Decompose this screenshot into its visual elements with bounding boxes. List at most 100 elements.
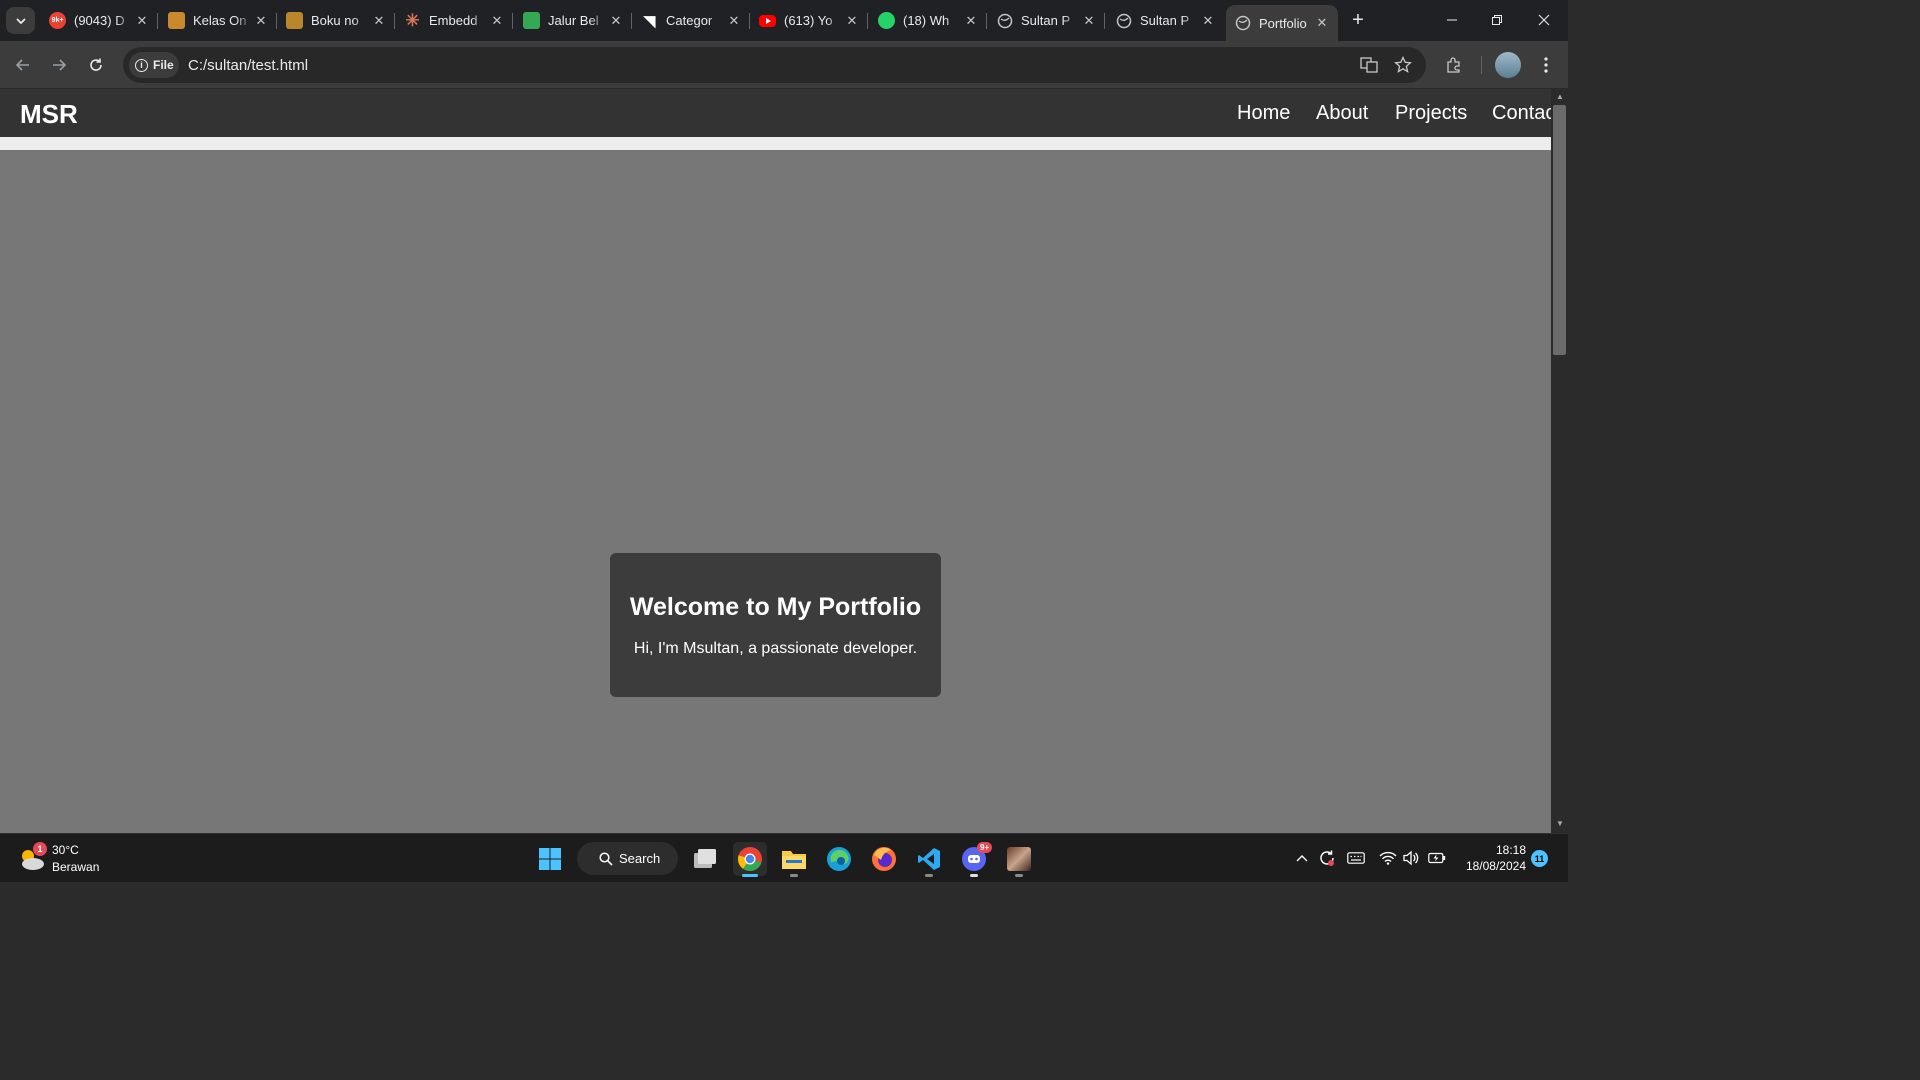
bookmark-icon: ◥ xyxy=(643,12,656,30)
scroll-up-arrow-icon[interactable]: ▲ xyxy=(1555,92,1565,102)
site-logo[interactable]: MSR xyxy=(20,99,78,130)
close-window-button[interactable] xyxy=(1529,6,1559,34)
task-view-button[interactable] xyxy=(688,842,722,876)
site-info-chip[interactable]: i File xyxy=(129,52,179,78)
folder-icon xyxy=(782,851,806,869)
nav-link-home[interactable]: Home xyxy=(1237,102,1290,125)
tab-search-button[interactable] xyxy=(6,7,35,34)
close-tab-icon[interactable]: ✕ xyxy=(608,13,624,29)
tab-jalur[interactable]: Jalur Bel ✕ xyxy=(515,5,632,36)
kebab-menu-icon xyxy=(1544,57,1548,73)
bookmark-star-button[interactable] xyxy=(1391,53,1415,77)
tab-whatsapp[interactable]: (18) Wh ✕ xyxy=(870,5,987,36)
tab-title: Categor xyxy=(666,13,713,28)
close-tab-icon[interactable]: ✕ xyxy=(1081,13,1097,29)
chevron-up-icon xyxy=(1296,855,1308,862)
taskbar-clock[interactable]: 18:18 18/08/2024 xyxy=(1460,842,1526,874)
minimize-button[interactable] xyxy=(1437,6,1467,34)
windows-icon xyxy=(539,848,561,870)
taskbar-app-discord[interactable]: 9+ xyxy=(957,842,993,877)
taskbar-app-edge[interactable] xyxy=(822,842,856,876)
weather-desc: Berawan xyxy=(52,860,100,874)
sheets-icon xyxy=(523,12,540,29)
taskbar-app-firefox[interactable] xyxy=(867,842,901,876)
tray-overflow-button[interactable] xyxy=(1292,848,1312,868)
start-button[interactable] xyxy=(533,842,567,876)
url-text[interactable]: C:/sultan/test.html xyxy=(188,57,308,74)
tab-portfolio[interactable]: Portfolio ✕ xyxy=(1226,5,1338,41)
welcome-text: Hi, I'm Msultan, a passionate developer. xyxy=(633,640,918,657)
tab-title: Portfolio xyxy=(1259,15,1307,31)
tab-badge: 9k+ xyxy=(51,17,64,24)
taskbar-app-game[interactable] xyxy=(1002,842,1036,877)
site-navbar: MSR Home About Projects Contac xyxy=(0,89,1551,137)
close-tab-icon[interactable]: ✕ xyxy=(726,13,742,29)
close-tab-icon[interactable]: ✕ xyxy=(963,13,979,29)
tab-category[interactable]: ◥ Categor ✕ xyxy=(633,5,750,36)
nav-link-contact[interactable]: Contac xyxy=(1492,102,1551,125)
close-tab-icon[interactable]: ✕ xyxy=(253,13,269,29)
tab-boku[interactable]: Boku no ✕ xyxy=(278,5,395,36)
nav-link-projects[interactable]: Projects xyxy=(1395,102,1467,125)
tab-sultan-1[interactable]: Sultan P ✕ xyxy=(988,5,1105,36)
tab-separator xyxy=(631,13,632,29)
tray-volume-button[interactable] xyxy=(1401,848,1421,868)
weather-badge: 1 xyxy=(33,842,47,856)
back-arrow-icon xyxy=(15,59,29,71)
globe-icon xyxy=(996,12,1013,29)
back-button[interactable] xyxy=(10,52,36,78)
tray-battery-button[interactable] xyxy=(1427,848,1447,868)
tab-sultan-2[interactable]: Sultan P ✕ xyxy=(1107,5,1224,36)
task-view-icon xyxy=(694,849,716,868)
scrollbar-thumb[interactable] xyxy=(1553,105,1566,355)
tab-title: Embedd xyxy=(429,13,478,28)
sync-icon xyxy=(1320,850,1334,866)
extensions-button[interactable] xyxy=(1442,53,1466,77)
game-thumbnail-icon xyxy=(1007,847,1031,871)
close-tab-icon[interactable]: ✕ xyxy=(844,13,860,29)
notification-badge[interactable]: 11 xyxy=(1531,850,1548,867)
tab-gmail[interactable]: 9k+ (9043) D ✕ xyxy=(41,5,158,36)
tab-title: Kelas On xyxy=(193,13,247,28)
tab-strip: 9k+ (9043) D ✕ Kelas On ✕ Boku no ✕ ✳ Em… xyxy=(0,0,1568,41)
new-tab-button[interactable]: + xyxy=(1347,9,1369,31)
taskbar-app-explorer[interactable] xyxy=(777,842,811,877)
browser-menu-button[interactable] xyxy=(1534,53,1558,77)
site-info-label: File xyxy=(153,58,174,72)
tab-title: Jalur Bel xyxy=(548,13,599,28)
close-tab-icon[interactable]: ✕ xyxy=(371,13,387,29)
close-tab-icon[interactable]: ✕ xyxy=(134,13,150,29)
chrome-icon xyxy=(737,847,762,871)
taskbar-app-chrome[interactable] xyxy=(733,842,767,877)
close-tab-icon[interactable]: ✕ xyxy=(489,13,505,29)
address-bar[interactable]: i File C:/sultan/test.html xyxy=(123,47,1426,83)
tray-sync-button[interactable] xyxy=(1317,848,1337,868)
scroll-down-arrow-icon[interactable]: ▼ xyxy=(1555,819,1565,829)
page-scrollbar[interactable]: ▲ ▼ xyxy=(1551,89,1568,833)
battery-charging-icon xyxy=(1428,852,1446,864)
close-tab-icon[interactable]: ✕ xyxy=(1314,15,1330,31)
tray-wifi-button[interactable] xyxy=(1378,848,1398,868)
taskbar-search[interactable]: Search xyxy=(577,842,678,875)
tray-keyboard-button[interactable] xyxy=(1346,848,1366,868)
weather-widget[interactable]: 1 30°C Berawan xyxy=(18,842,118,876)
forward-button[interactable] xyxy=(46,52,72,78)
taskbar-app-vscode[interactable] xyxy=(912,842,946,877)
tab-youtube[interactable]: (613) Yo ✕ xyxy=(751,5,868,36)
tab-embedd[interactable]: ✳ Embedd ✕ xyxy=(396,5,513,36)
tab-separator xyxy=(986,13,987,29)
tab-title: Boku no xyxy=(311,13,359,28)
toolbar-divider xyxy=(1481,56,1482,74)
reload-button[interactable] xyxy=(83,52,109,78)
restore-button[interactable] xyxy=(1482,6,1512,34)
tab-kelas[interactable]: Kelas On ✕ xyxy=(160,5,277,36)
running-indicator xyxy=(925,874,933,877)
translate-button[interactable] xyxy=(1357,53,1381,77)
tab-separator xyxy=(394,13,395,29)
profile-avatar[interactable] xyxy=(1495,52,1521,78)
close-tab-icon[interactable]: ✕ xyxy=(1200,13,1216,29)
running-indicator xyxy=(1015,874,1023,877)
stack-icon xyxy=(168,12,185,29)
nav-link-about[interactable]: About xyxy=(1316,102,1368,125)
minimize-icon xyxy=(1447,19,1457,21)
